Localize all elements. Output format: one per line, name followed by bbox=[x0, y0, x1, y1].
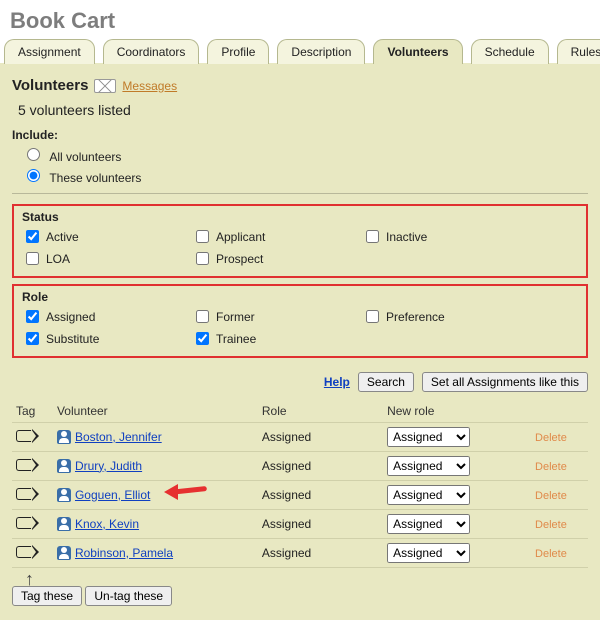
status-active-checkbox[interactable] bbox=[26, 230, 39, 243]
role-preference-label: Preference bbox=[386, 310, 445, 324]
role-assigned-checkbox[interactable] bbox=[26, 310, 39, 323]
role-cell: Assigned bbox=[258, 452, 383, 481]
delete-link[interactable]: Delete bbox=[535, 548, 567, 560]
th-tag: Tag bbox=[12, 400, 53, 423]
tag-these-button[interactable]: Tag these bbox=[12, 586, 82, 606]
status-filter-box: Status Active Applicant Inactive LOA Pro… bbox=[12, 204, 588, 278]
tab-profile[interactable]: Profile bbox=[207, 39, 269, 64]
role-cell: Assigned bbox=[258, 539, 383, 568]
volunteer-link[interactable]: Goguen, Elliot bbox=[75, 488, 150, 502]
status-applicant-label: Applicant bbox=[216, 230, 265, 244]
tag-icon[interactable] bbox=[16, 459, 32, 471]
untag-these-button[interactable]: Un-tag these bbox=[85, 586, 172, 606]
th-newrole: New role bbox=[383, 400, 531, 423]
role-preference-checkbox[interactable] bbox=[366, 310, 379, 323]
radio-all-volunteers[interactable] bbox=[27, 148, 40, 161]
role-cell: Assigned bbox=[258, 423, 383, 452]
table-row: Drury, Judith Assigned AssignedSubstitut… bbox=[12, 452, 588, 481]
status-prospect-checkbox[interactable] bbox=[196, 252, 209, 265]
status-active-label: Active bbox=[46, 230, 79, 244]
volunteer-link[interactable]: Knox, Kevin bbox=[75, 517, 139, 531]
volunteer-link[interactable]: Boston, Jennifer bbox=[75, 430, 162, 444]
volunteer-link[interactable]: Drury, Judith bbox=[75, 459, 142, 473]
tab-bar: Assignment Coordinators Profile Descript… bbox=[0, 38, 600, 67]
status-prospect-label: Prospect bbox=[216, 252, 263, 266]
tab-schedule[interactable]: Schedule bbox=[471, 39, 549, 64]
table-row: Goguen, Elliot Assigned AssignedSubstitu… bbox=[12, 481, 588, 510]
tab-coordinators[interactable]: Coordinators bbox=[103, 39, 200, 64]
th-role: Role bbox=[258, 400, 383, 423]
include-label: Include: bbox=[12, 128, 588, 142]
new-role-select[interactable]: AssignedSubstituteTraineeFormerPreferenc… bbox=[387, 514, 470, 534]
messages-link[interactable]: Messages bbox=[122, 79, 177, 93]
tag-icon[interactable] bbox=[16, 546, 32, 558]
role-legend: Role bbox=[22, 290, 578, 304]
status-loa-checkbox[interactable] bbox=[26, 252, 39, 265]
annotation-arrow-icon bbox=[167, 485, 219, 499]
delete-link[interactable]: Delete bbox=[535, 490, 567, 502]
set-all-button[interactable]: Set all Assignments like this bbox=[422, 372, 588, 392]
table-row: Boston, Jennifer Assigned AssignedSubsti… bbox=[12, 423, 588, 452]
help-link[interactable]: Help bbox=[324, 375, 350, 389]
tab-description[interactable]: Description bbox=[277, 39, 365, 64]
tab-rules[interactable]: Rules bbox=[557, 39, 600, 64]
role-former-checkbox[interactable] bbox=[196, 310, 209, 323]
panel-volunteers: Volunteers Messages 5 volunteers listed … bbox=[0, 67, 600, 620]
divider bbox=[12, 193, 588, 194]
user-icon bbox=[57, 459, 71, 473]
status-inactive-checkbox[interactable] bbox=[366, 230, 379, 243]
role-filter-box: Role Assigned Former Preference Substitu… bbox=[12, 284, 588, 358]
new-role-select[interactable]: AssignedSubstituteTraineeFormerPreferenc… bbox=[387, 456, 470, 476]
volunteer-link[interactable]: Robinson, Pamela bbox=[75, 546, 173, 560]
user-icon bbox=[57, 430, 71, 444]
listed-count: 5 volunteers listed bbox=[18, 102, 588, 118]
new-role-select[interactable]: AssignedSubstituteTraineeFormerPreferenc… bbox=[387, 543, 470, 563]
up-arrow-icon: ↑ bbox=[25, 572, 588, 586]
role-substitute-label: Substitute bbox=[46, 332, 99, 346]
tag-icon[interactable] bbox=[16, 430, 32, 442]
tag-icon[interactable] bbox=[16, 488, 32, 500]
role-substitute-checkbox[interactable] bbox=[26, 332, 39, 345]
table-row: Robinson, Pamela Assigned AssignedSubsti… bbox=[12, 539, 588, 568]
new-role-select[interactable]: AssignedSubstituteTraineeFormerPreferenc… bbox=[387, 485, 470, 505]
tag-icon[interactable] bbox=[16, 517, 32, 529]
status-inactive-label: Inactive bbox=[386, 230, 427, 244]
search-button[interactable]: Search bbox=[358, 372, 414, 392]
delete-link[interactable]: Delete bbox=[535, 432, 567, 444]
user-icon bbox=[57, 546, 71, 560]
role-cell: Assigned bbox=[258, 481, 383, 510]
radio-these-volunteers-label: These volunteers bbox=[49, 171, 141, 185]
delete-link[interactable]: Delete bbox=[535, 461, 567, 473]
status-loa-label: LOA bbox=[46, 252, 70, 266]
volunteer-table: Tag Volunteer Role New role Boston, Jenn… bbox=[12, 400, 588, 568]
status-legend: Status bbox=[22, 210, 578, 224]
envelope-icon[interactable] bbox=[94, 79, 116, 93]
table-row: Knox, Kevin Assigned AssignedSubstituteT… bbox=[12, 510, 588, 539]
user-icon bbox=[57, 517, 71, 531]
role-trainee-checkbox[interactable] bbox=[196, 332, 209, 345]
section-title: Volunteers bbox=[12, 77, 88, 94]
page-title: Book Cart bbox=[0, 0, 600, 38]
th-volunteer: Volunteer bbox=[53, 400, 258, 423]
radio-these-volunteers[interactable] bbox=[27, 169, 40, 182]
status-applicant-checkbox[interactable] bbox=[196, 230, 209, 243]
role-trainee-label: Trainee bbox=[216, 332, 256, 346]
user-icon bbox=[57, 488, 71, 502]
role-assigned-label: Assigned bbox=[46, 310, 95, 324]
radio-all-volunteers-label: All volunteers bbox=[49, 150, 121, 164]
tab-volunteers[interactable]: Volunteers bbox=[373, 39, 462, 64]
role-cell: Assigned bbox=[258, 510, 383, 539]
new-role-select[interactable]: AssignedSubstituteTraineeFormerPreferenc… bbox=[387, 427, 470, 447]
role-former-label: Former bbox=[216, 310, 255, 324]
tab-assignment[interactable]: Assignment bbox=[4, 39, 95, 64]
